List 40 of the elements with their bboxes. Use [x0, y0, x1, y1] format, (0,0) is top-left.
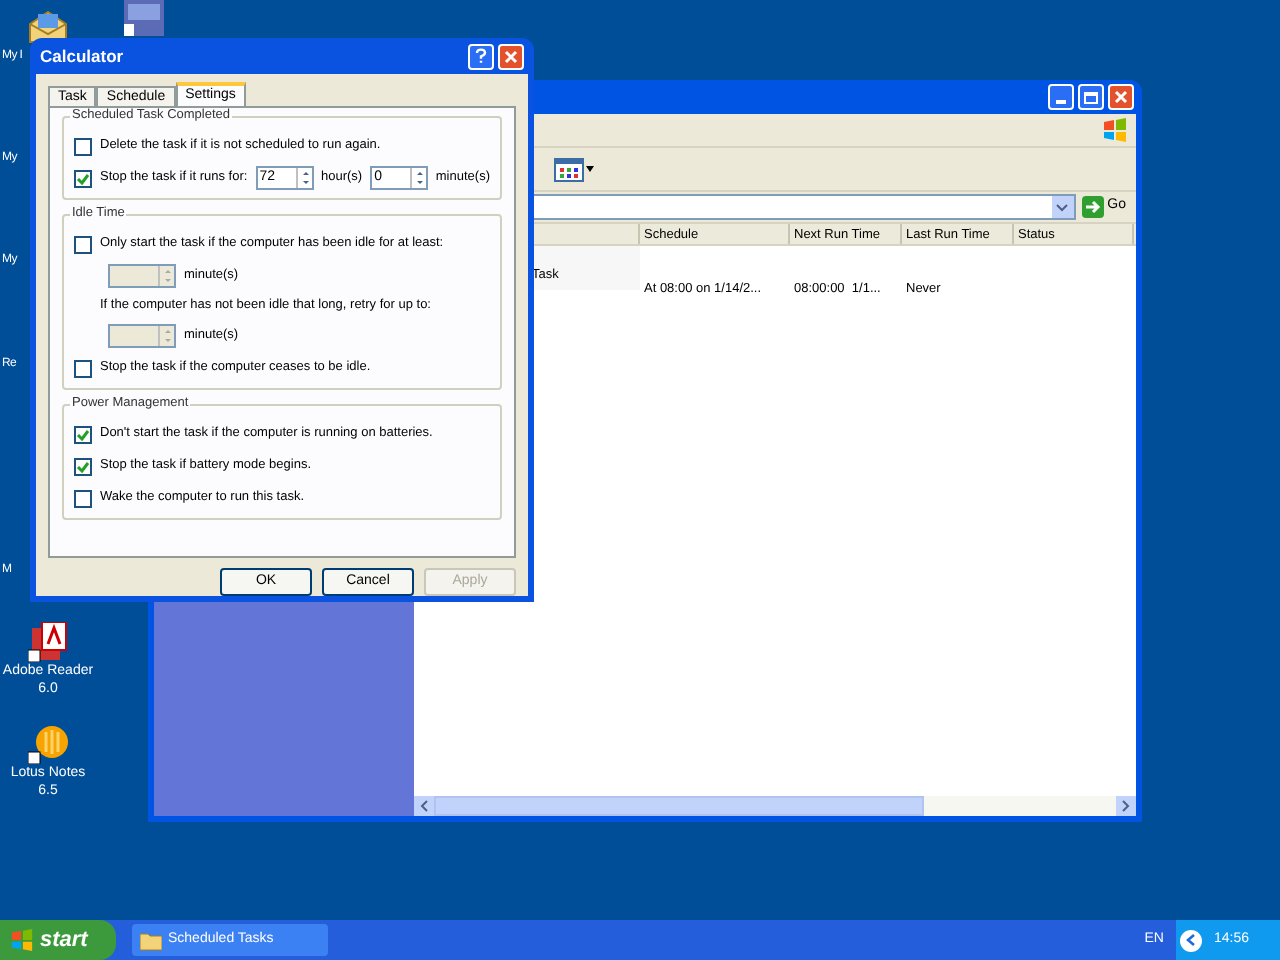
chevron-right-icon	[1122, 800, 1130, 812]
window-title: Calculator	[40, 43, 124, 69]
scroll-right-button[interactable]	[1116, 796, 1136, 816]
close-button[interactable]	[498, 43, 524, 69]
checkbox[interactable]	[74, 425, 92, 443]
checkbox[interactable]	[74, 457, 92, 475]
image-icon[interactable]	[124, 0, 164, 36]
checkbox[interactable]	[74, 359, 92, 377]
scroll-thumb[interactable]	[434, 796, 924, 816]
chevron-left-icon	[1186, 934, 1196, 946]
flower-icon[interactable]	[28, 724, 68, 764]
views-button[interactable]	[554, 157, 594, 181]
horizontal-scrollbar[interactable]	[414, 796, 1136, 816]
document-icon[interactable]	[28, 622, 68, 662]
grid-view-icon	[554, 157, 584, 181]
checkbox[interactable]	[74, 235, 92, 253]
checkbox[interactable]	[74, 489, 92, 507]
check-icon	[76, 171, 90, 185]
caret-icon	[586, 166, 594, 172]
dropdown-button[interactable]	[1051, 196, 1074, 218]
check-icon	[76, 459, 90, 473]
close-icon	[1114, 90, 1128, 104]
minimize-button[interactable]	[1048, 84, 1074, 110]
check-icon	[76, 427, 90, 441]
show-hidden-icons-button[interactable]	[1180, 929, 1202, 951]
close-button[interactable]	[1108, 84, 1134, 110]
checkbox[interactable]	[74, 169, 92, 187]
maximize-button[interactable]	[1078, 84, 1104, 110]
chevron-left-icon	[420, 800, 428, 812]
chevron-down-icon	[1056, 203, 1069, 211]
question-icon	[474, 48, 488, 64]
checkbox[interactable]	[74, 137, 92, 155]
start-button[interactable]: start	[0, 920, 116, 960]
right-arrow-icon	[1081, 196, 1104, 218]
windows-logo-icon	[1102, 118, 1128, 142]
windows-logo-icon	[10, 928, 34, 952]
close-icon	[504, 49, 518, 63]
scroll-left-button[interactable]	[414, 796, 434, 816]
folder-icon	[140, 929, 162, 951]
help-button[interactable]	[468, 43, 494, 69]
